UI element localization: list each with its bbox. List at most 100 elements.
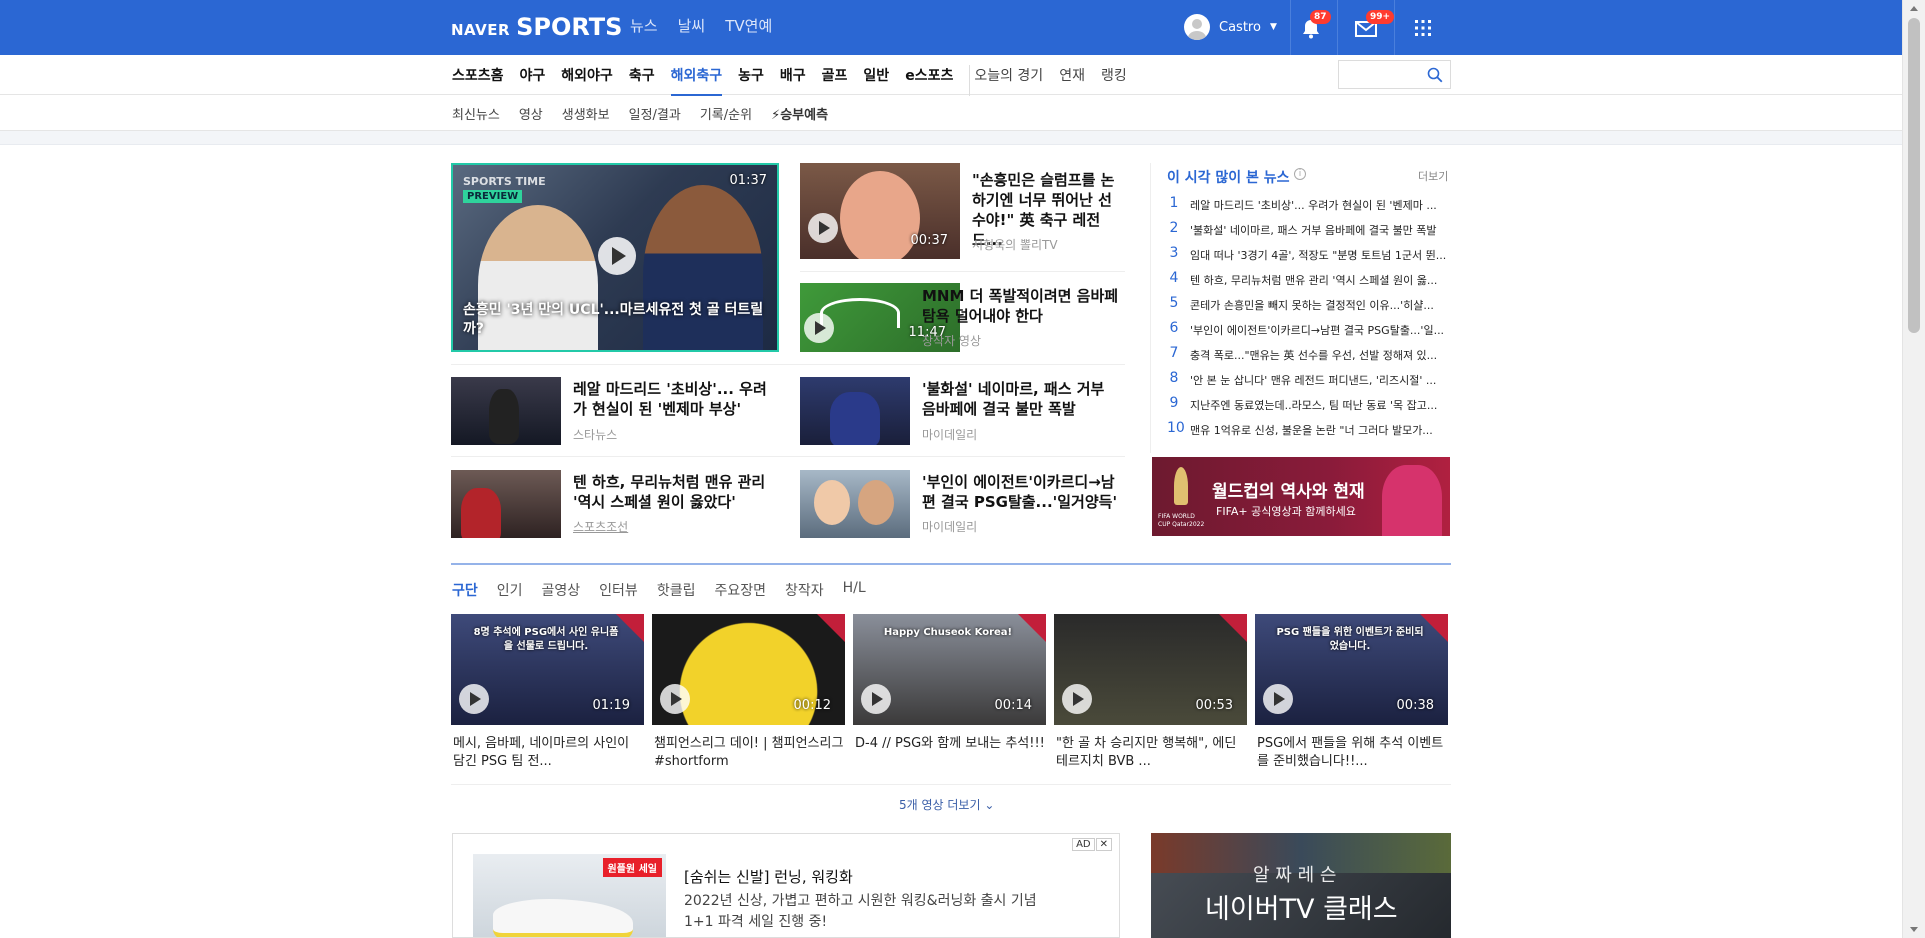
news-source-4[interactable]: 마이데일리 [922, 518, 977, 535]
video-thumb[interactable]: 8명 추석에 PSG에서 사인 유니폼을 선물로 드립니다. 01:19 [451, 614, 644, 725]
play-icon[interactable] [660, 684, 690, 714]
tab-creator[interactable]: 창작자 [785, 580, 824, 600]
ranking-more-link[interactable]: 더보기 [1418, 168, 1448, 184]
naver-sports-logo[interactable]: NAVER SPORTS [451, 13, 622, 41]
search-icon[interactable] [1427, 67, 1443, 83]
tab-club[interactable]: 구단 [452, 580, 478, 600]
topnav-weather[interactable]: 날씨 [678, 15, 706, 36]
video-thumb[interactable]: 00:53 [1054, 614, 1247, 725]
play-icon[interactable] [459, 684, 489, 714]
news-thumb-1[interactable] [451, 377, 561, 445]
side-video-title-2[interactable]: MNM 더 폭발적이려면 음바페 탐욕 덜어내야 한다 [922, 286, 1122, 326]
video-caption[interactable]: "한 골 차 승리지만 행복해", 에딘 테르지치 BVB ... [1056, 735, 1246, 771]
top-bar: NAVER SPORTS 뉴스 날씨 TV연예 Castro ▼ 87 99+ [0, 0, 1902, 55]
menu-general[interactable]: 일반 [863, 65, 889, 96]
ranking-item[interactable]: 7 충격 폭로..."맨유는 英 선수를 우선, 선발 정해져 있... [1167, 345, 1449, 363]
side-video-source-1[interactable]: 서형욱의 뽈리TV [972, 236, 1058, 253]
scroll-down-arrow[interactable] [1910, 927, 1918, 932]
menu-ranking[interactable]: 랭킹 [1101, 65, 1127, 96]
menu-today-games[interactable]: 오늘의 경기 [969, 65, 1043, 96]
play-icon[interactable] [1062, 684, 1092, 714]
tab-key-scenes[interactable]: 주요장면 [714, 580, 766, 600]
news-title-3[interactable]: 텐 하흐, 무리뉴처럼 맨유 관리 '역시 스페셜 원이 옳았다' [573, 472, 773, 512]
ranking-item[interactable]: 8 '안 본 눈 삽니다' 맨유 레전드 퍼디낸드, '리즈시절' ... [1167, 370, 1449, 388]
menu-esports[interactable]: e스포츠 [905, 65, 953, 96]
hero-title[interactable]: 손흥민 '3년 만의 UCL'...마르세유전 첫 골 터트릴까? [463, 301, 768, 339]
ranking-item[interactable]: 6 '부인이 에이전트'이카르디→남편 결국 PSG탈출...'일... [1167, 320, 1449, 338]
menu-football[interactable]: 축구 [629, 65, 655, 96]
video-caption[interactable]: PSG에서 팬들을 위해 추석 이벤트를 준비했습니다!!... [1257, 735, 1447, 771]
side-video-source-2[interactable]: 창작자 영상 [922, 332, 981, 349]
user-menu[interactable]: Castro ▼ [1184, 14, 1277, 40]
ad-banner[interactable]: AD ✕ 원플원 세일 [숨쉬는 신발] 런닝, 워킹화 2022년 신상, 가볍… [452, 833, 1120, 938]
scrollbar-thumb[interactable] [1908, 18, 1920, 333]
ranking-title-text: 콘테가 손흥민을 빼지 못하는 결정적인 이유...'히샬... [1190, 299, 1434, 312]
tab-goals[interactable]: 골영상 [542, 580, 581, 600]
menu-world-football[interactable]: 해외축구 [670, 65, 723, 96]
video-thumb[interactable]: 00:12 [652, 614, 845, 725]
play-icon[interactable] [804, 313, 834, 343]
hero-badge-top: SPORTS TIME [463, 175, 546, 188]
news-title-2[interactable]: '불화설' 네이마르, 패스 거부 음바페에 결국 불만 폭발 [922, 379, 1122, 419]
news-thumb-2[interactable] [800, 377, 910, 445]
scroll-up-arrow[interactable] [1910, 6, 1918, 11]
news-thumb-4[interactable] [800, 470, 910, 538]
naver-tv-class-banner[interactable]: 알 짜 레 슨 네이버TV 클래스 [1151, 833, 1451, 938]
tab-popular[interactable]: 인기 [497, 580, 523, 600]
menu-baseball[interactable]: 야구 [520, 65, 546, 96]
menu-sports-home[interactable]: 스포츠홈 [452, 65, 504, 96]
ranking-item[interactable]: 9 지난주엔 동료였는데..라모스, 팀 떠난 동료 '목 잡고... [1167, 395, 1449, 413]
menu-golf[interactable]: 골프 [822, 65, 848, 96]
video-caption[interactable]: 챔피언스리그 데이! | 챔피언스리그 #shortform [654, 735, 844, 771]
submenu-latest-news[interactable]: 최신뉴스 [452, 104, 500, 123]
ranking-title-text: '안 본 눈 삽니다' 맨유 레전드 퍼디낸드, '리즈시절' ... [1190, 374, 1437, 387]
ranking-item[interactable]: 10 맨유 1억유로 신성, 불운을 논란 "너 그러다 발모가... [1167, 420, 1449, 438]
more-videos-button[interactable]: 5개 영상 더보기 ⌄ [899, 796, 994, 813]
news-thumb-3[interactable] [451, 470, 561, 538]
menu-volleyball[interactable]: 배구 [780, 65, 806, 96]
tab-hotclip[interactable]: 핫클립 [657, 580, 696, 600]
submenu-records[interactable]: 기록/순위 [700, 104, 752, 123]
ranking-item[interactable]: 3 임대 떠나 '3경기 4골', 적장도 "분명 토트넘 1군서 뛴... [1167, 245, 1449, 263]
ranking-item[interactable]: 4 텐 하흐, 무리뉴처럼 맨유 관리 '역시 스페셜 원이 옳... [1167, 270, 1449, 288]
submenu-photos[interactable]: 생생화보 [562, 104, 610, 123]
topnav-news[interactable]: 뉴스 [630, 15, 658, 36]
news-source-1[interactable]: 스타뉴스 [573, 426, 617, 443]
menu-series[interactable]: 연재 [1059, 65, 1085, 96]
apps-button[interactable] [1410, 15, 1436, 41]
divider [451, 364, 1125, 365]
submenu-video[interactable]: 영상 [519, 104, 543, 123]
video-caption[interactable]: D-4 // PSG와 함께 보내는 추석!!! [855, 735, 1045, 753]
mail-button[interactable]: 99+ [1354, 10, 1395, 41]
play-icon[interactable] [598, 237, 636, 275]
play-icon[interactable] [808, 213, 838, 243]
news-title-4[interactable]: '부인이 에이전트'이카르디→남편 결국 PSG탈출...'일거양득' [922, 472, 1122, 512]
topnav-tv[interactable]: TV연예 [725, 15, 772, 36]
news-title-1[interactable]: 레알 마드리드 '초비상'... 우려가 현실이 된 '벤제마 부상' [573, 379, 773, 419]
info-icon[interactable]: i [1294, 168, 1306, 180]
video-thumb[interactable]: PSG 팬들을 위한 이벤트가 준비되었습니다. 00:38 [1255, 614, 1448, 725]
ranking-item[interactable]: 5 콘테가 손흥민을 빼지 못하는 결정적인 이유...'히샬... [1167, 295, 1449, 313]
news-source-2[interactable]: 마이데일리 [922, 426, 977, 443]
video-caption[interactable]: 메시, 음바페, 네이마르의 사인이 담긴 PSG 팀 전... [453, 735, 643, 771]
scrollbar[interactable] [1902, 0, 1925, 938]
ranking-item[interactable]: 2 '불화설' 네이마르, 패스 거부 음바페에 결국 불만 폭발 [1167, 220, 1449, 238]
side-video-thumb-1[interactable]: 00:37 [800, 163, 960, 259]
play-icon[interactable] [861, 684, 891, 714]
notification-button[interactable]: 87 [1298, 10, 1331, 41]
submenu-prediction[interactable]: ⚡승부예측 [771, 104, 828, 123]
news-source-3[interactable]: 스포츠조선 [573, 518, 628, 535]
video-thumb[interactable]: Happy Chuseok Korea! 00:14 [853, 614, 1046, 725]
tab-highlights[interactable]: H/L [843, 580, 866, 600]
tab-interview[interactable]: 인터뷰 [599, 580, 638, 600]
ranking-item[interactable]: 1 레알 마드리드 '초비상'... 우려가 현실이 된 '벤제마 ... [1167, 195, 1449, 213]
menu-basketball[interactable]: 농구 [738, 65, 764, 96]
search-input[interactable] [1345, 61, 1425, 87]
worldcup-banner[interactable]: FIFA WORLD CUP Qatar2022 월드컵의 역사와 현재 FIF… [1152, 457, 1450, 536]
hero-video[interactable]: SPORTS TIME PREVIEW 01:37 손흥민 '3년 만의 UCL… [451, 163, 779, 352]
play-icon[interactable] [1263, 684, 1293, 714]
search-box[interactable] [1338, 60, 1451, 89]
menu-world-baseball[interactable]: 해외야구 [561, 65, 613, 96]
submenu-schedule[interactable]: 일정/결과 [629, 104, 681, 123]
close-icon[interactable]: ✕ [1095, 838, 1112, 851]
